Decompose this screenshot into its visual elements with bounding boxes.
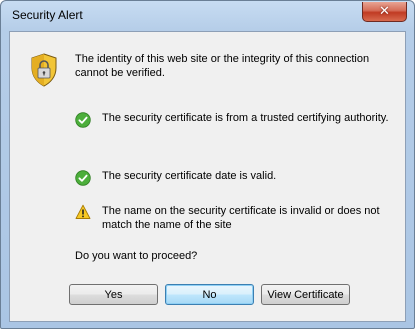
proceed-question: Do you want to proceed? (75, 250, 198, 262)
certificate-authority-status: The security certificate is from a trust… (102, 112, 389, 124)
view-certificate-button[interactable]: View Certificate (261, 284, 350, 305)
certificate-name-status: The name on the security certificate is … (102, 205, 380, 231)
check-ok-icon (75, 112, 91, 128)
warning-icon (75, 204, 91, 219)
check-ok-icon (75, 170, 91, 186)
close-icon: ✕ (379, 4, 390, 19)
yes-button[interactable]: Yes (69, 284, 158, 305)
window-title: Security Alert (12, 8, 83, 22)
no-button[interactable]: No (165, 284, 254, 305)
certificate-date-status: The security certificate date is valid. (102, 170, 277, 182)
security-alert-dialog: Security Alert ✕ The identity of this we… (0, 0, 415, 329)
close-button[interactable]: ✕ (362, 2, 407, 22)
security-shield-lock-icon (31, 53, 57, 87)
dialog-content: The identity of this web site or the int… (9, 31, 406, 322)
security-alert-message: The identity of this web site or the int… (75, 53, 370, 79)
title-bar[interactable]: Security Alert ✕ (1, 1, 414, 31)
